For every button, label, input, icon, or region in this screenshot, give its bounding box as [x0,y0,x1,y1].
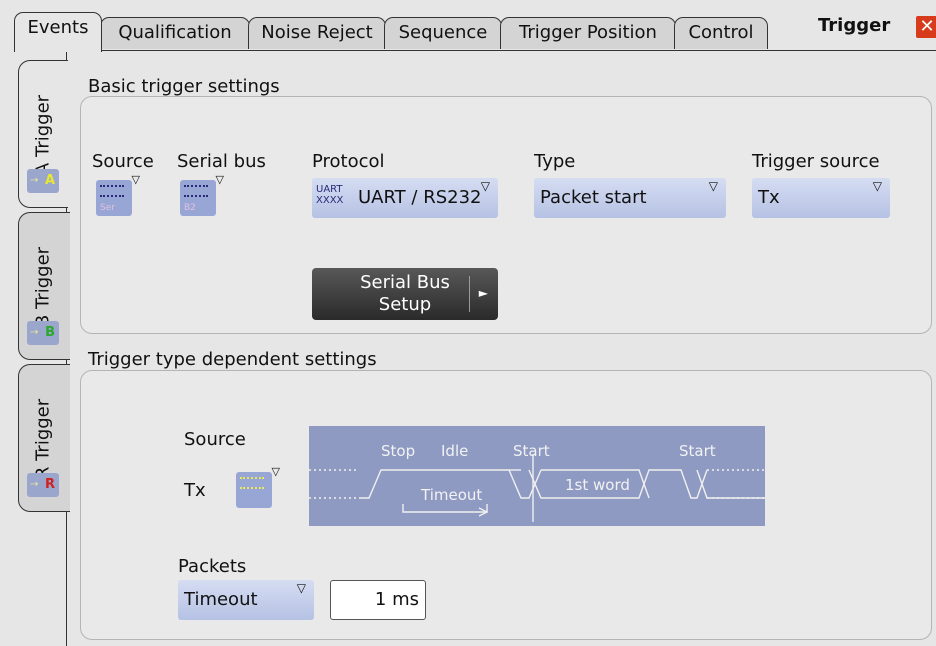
tab-noise-reject[interactable]: Noise Reject [248,17,386,49]
side-tab-r-trigger[interactable]: R Trigger → R [18,364,70,512]
serial-bus-setup-button[interactable]: Serial Bus Setup ► [312,268,498,320]
side-tab-label: R Trigger [32,398,54,480]
type-dropdown[interactable]: Packet start ▽ [534,178,726,218]
dependent-source-value: Tx [184,480,206,501]
trigger-source-dropdown[interactable]: Tx ▽ [752,178,890,218]
trigger-a-icon: → A [27,169,59,193]
first-word-label: 1st word [565,476,630,494]
trigger-r-icon: → R [27,473,59,497]
source-signal-icon[interactable]: Ser ▽ [96,173,140,216]
dependent-source-label: Source [184,429,246,450]
timeout-label: Timeout [421,486,483,504]
timeout-input[interactable]: 1 ms [330,580,426,620]
serial-bus-icon[interactable]: B2 ▽ [180,173,224,216]
side-tab-label: A Trigger [32,94,54,176]
protocol-dropdown[interactable]: UART ХХХХ UART / RS232 ▽ [312,178,498,218]
type-label: Type [534,151,576,172]
stop-label: Stop [381,442,416,460]
tab-control[interactable]: Control [674,17,768,49]
tab-qualification[interactable]: Qualification [100,17,250,49]
start-label-2: Start [679,442,716,460]
close-icon[interactable]: ✕ [916,16,936,38]
idle-label: Idle [441,442,469,460]
tab-events[interactable]: Events [14,12,102,52]
side-tab-a-trigger[interactable]: A Trigger → A [18,60,68,208]
start-label: Start [513,442,550,460]
uart-icon: UART ХХХХ [316,184,344,206]
basic-settings-title: Basic trigger settings [88,76,280,97]
side-tab-label: B Trigger [32,246,54,328]
tab-sequence[interactable]: Sequence [384,17,502,49]
timing-waveform [309,454,765,522]
serial-bus-label: Serial bus [177,151,266,172]
packets-label: Packets [178,556,247,577]
trigger-b-icon: → B [27,321,59,345]
dialog-title: Trigger [818,15,891,36]
packets-dropdown[interactable]: Timeout ▽ [178,580,314,620]
side-tab-b-trigger[interactable]: B Trigger → B [18,212,70,360]
uart-timing-diagram: Stop Idle Start Start Timeout 1st word [309,426,765,526]
tab-trigger-position[interactable]: Trigger Position [500,17,676,49]
trigger-source-label: Trigger source [752,151,880,172]
protocol-label: Protocol [312,151,385,172]
tab-bar: Events Qualification Noise Reject Sequen… [0,0,936,52]
source-signal-icon[interactable]: ▽ [236,465,280,508]
source-label: Source [92,151,154,172]
dependent-settings-title: Trigger type dependent settings [88,349,377,370]
